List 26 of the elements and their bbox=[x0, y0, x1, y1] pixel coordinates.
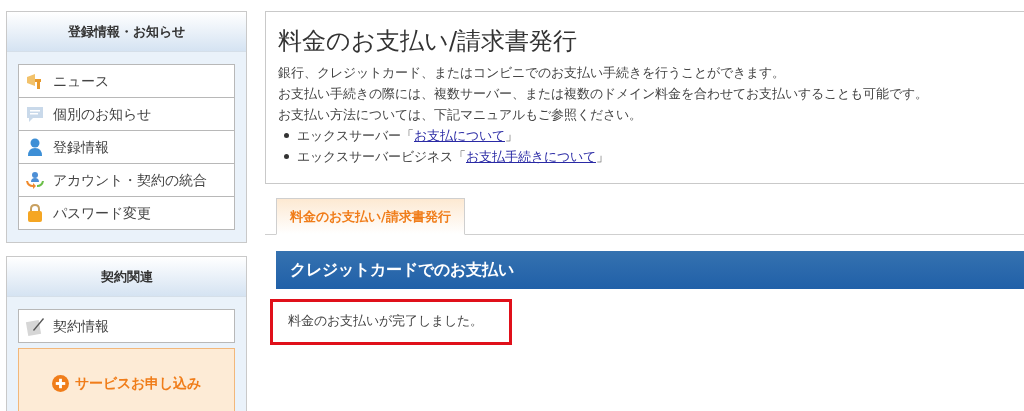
panel-title: 登録情報・お知らせ bbox=[68, 22, 185, 41]
sidebar-item[interactable]: パスワード変更 bbox=[18, 196, 235, 230]
panel-title: 契約関連 bbox=[100, 267, 153, 286]
sidebar-item[interactable]: ニュース bbox=[18, 64, 235, 98]
person-icon bbox=[25, 137, 45, 157]
intro-text: お支払い手続きの際には、複数サーバー、または複数のドメイン料金を合わせてお支払いすることも可能です。 bbox=[278, 85, 929, 103]
completion-message: 料金のお支払いが完了しました。 bbox=[288, 313, 483, 328]
intro-text: お支払い方法については、下記マニュアルもご参照ください。 bbox=[278, 106, 643, 124]
bullet-icon bbox=[284, 154, 289, 159]
sidebar-item[interactable]: アカウント・契約の統合 bbox=[18, 163, 235, 197]
document-pen-icon bbox=[25, 316, 45, 336]
manual-link[interactable]: お支払について bbox=[414, 128, 505, 143]
plus-icon bbox=[52, 374, 69, 392]
bullet-icon bbox=[284, 133, 289, 138]
users-arrows-icon bbox=[25, 170, 45, 190]
sidebar-item[interactable]: 登録情報 bbox=[18, 130, 235, 164]
page-title: 料金のお支払い/請求書発行 bbox=[278, 26, 579, 56]
intro-text: 銀行、クレジットカード、またはコンビニでのお支払い手続きを行うことができます。 bbox=[278, 64, 786, 82]
section-title: クレジットカードでのお支払い bbox=[290, 259, 514, 281]
sidebar-item[interactable]: 契約情報 bbox=[18, 309, 235, 343]
speech-bubble-icon bbox=[25, 104, 45, 124]
manual-link[interactable]: お支払手続きについて bbox=[466, 149, 596, 164]
manual-link-text: エックスサーバー「お支払について」 bbox=[297, 127, 518, 145]
sidebar-item[interactable]: 個別のお知らせ bbox=[18, 97, 235, 131]
manual-link-text: エックスサーバービジネス「お支払手続きについて」 bbox=[297, 148, 609, 166]
padlock-icon bbox=[25, 203, 45, 223]
